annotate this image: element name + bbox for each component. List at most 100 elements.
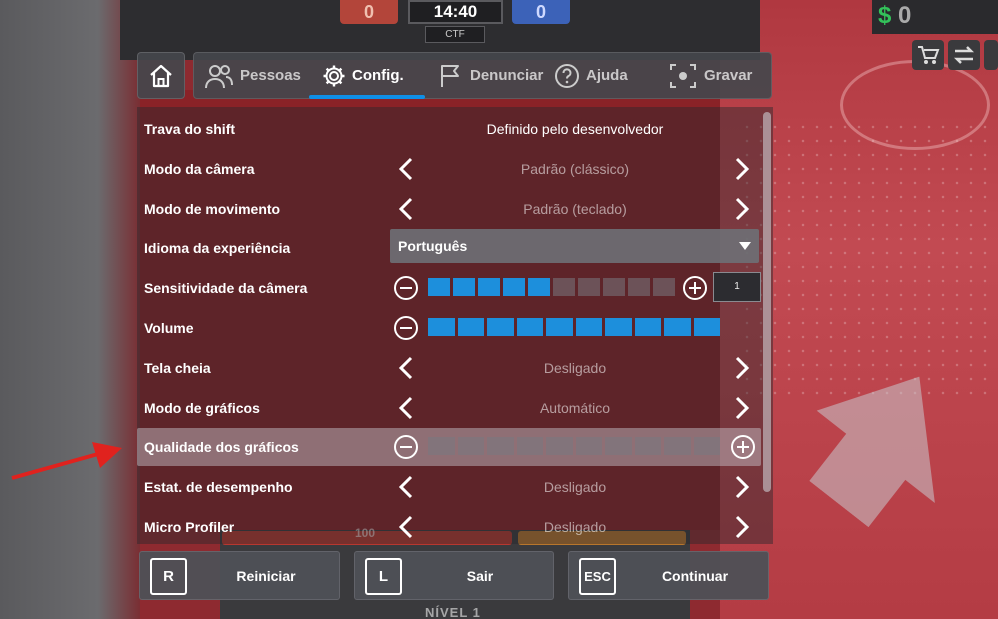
help-icon bbox=[555, 63, 579, 88]
home-button[interactable] bbox=[137, 52, 185, 99]
chevron-left-icon[interactable] bbox=[394, 395, 418, 421]
slider-segment bbox=[546, 318, 573, 336]
slider-segment bbox=[478, 278, 500, 296]
gear-icon bbox=[323, 65, 345, 86]
plus-circle-icon[interactable] bbox=[731, 435, 755, 459]
ring-decor bbox=[840, 60, 990, 150]
setting-label: Modo da câmera bbox=[144, 161, 255, 177]
minus-circle-icon[interactable] bbox=[394, 435, 418, 459]
slider-track[interactable] bbox=[428, 437, 720, 455]
setting-label: Qualidade dos gráficos bbox=[144, 439, 299, 455]
resume-button[interactable]: ESC Continuar bbox=[568, 551, 769, 600]
setting-row-graphics-quality: Qualidade dos gráficos bbox=[137, 428, 761, 466]
setting-row-camera-sensitivity: Sensitividade da câmera 1 bbox=[137, 269, 761, 307]
tab-help[interactable]: Ajuda bbox=[554, 53, 628, 98]
cash-icon: $ bbox=[878, 2, 892, 29]
trade-button[interactable] bbox=[948, 40, 980, 70]
slider-segment bbox=[634, 318, 661, 336]
setting-label: Micro Profiler bbox=[144, 519, 235, 535]
chevron-right-icon[interactable] bbox=[730, 514, 754, 540]
reset-key-hint: R bbox=[150, 558, 187, 595]
slider-segment bbox=[693, 318, 720, 336]
home-icon bbox=[150, 64, 172, 87]
chevron-left-icon[interactable] bbox=[394, 514, 418, 540]
chevron-left-icon[interactable] bbox=[394, 474, 418, 500]
flag-icon bbox=[441, 64, 459, 87]
slider-segment bbox=[428, 318, 455, 336]
sensitivity-input[interactable]: 1 bbox=[713, 272, 761, 302]
chevron-left-icon[interactable] bbox=[394, 355, 418, 381]
cart-icon bbox=[918, 46, 940, 64]
slider-segment bbox=[428, 437, 455, 455]
tab-label: Config. bbox=[352, 67, 404, 84]
minus-circle-icon[interactable] bbox=[394, 316, 418, 340]
setting-label: Estat. de desempenho bbox=[144, 479, 293, 495]
match-timer: 14:40 bbox=[408, 0, 503, 24]
settings-scrollbar[interactable] bbox=[763, 112, 771, 492]
slider-segment bbox=[528, 278, 550, 296]
setting-label: Trava do shift bbox=[144, 121, 236, 137]
slider-segment bbox=[603, 278, 625, 296]
setting-label: Tela cheia bbox=[144, 360, 211, 376]
settings-tab-bar: Pessoas Config. Denunciar Ajuda Gravar bbox=[193, 52, 772, 99]
chevron-right-icon[interactable] bbox=[730, 474, 754, 500]
setting-label: Idioma da experiência bbox=[144, 240, 291, 256]
chevron-left-icon[interactable] bbox=[394, 156, 418, 182]
slider-segment bbox=[516, 437, 543, 455]
slider-segment bbox=[575, 318, 602, 336]
chevron-right-icon[interactable] bbox=[730, 156, 754, 182]
cash-display: $ 0 bbox=[872, 0, 998, 34]
chevron-right-icon[interactable] bbox=[730, 196, 754, 222]
setting-label: Sensitividade da câmera bbox=[144, 280, 308, 296]
chevron-left-icon[interactable] bbox=[394, 196, 418, 222]
level-label: NÍVEL 1 bbox=[425, 605, 481, 619]
tab-people[interactable]: Pessoas bbox=[204, 53, 301, 98]
setting-row-experience-language: Idioma da experiência Português bbox=[137, 229, 761, 267]
plus-circle-icon[interactable] bbox=[683, 276, 707, 300]
sparkle-effect bbox=[740, 120, 990, 400]
reset-label: Reiniciar bbox=[236, 568, 296, 584]
slider-track[interactable] bbox=[428, 318, 720, 336]
setting-value: Padrão (teclado) bbox=[523, 201, 627, 217]
setting-value: Desligado bbox=[543, 360, 607, 376]
slider-segment bbox=[634, 437, 661, 455]
chevron-right-icon[interactable] bbox=[730, 355, 754, 381]
slider-segment bbox=[546, 437, 573, 455]
tab-label: Denunciar bbox=[470, 67, 544, 84]
setting-row-performance-stats: Estat. de desempenho Desligado bbox=[137, 468, 761, 506]
tab-config[interactable]: Config. bbox=[322, 53, 404, 98]
leave-key-hint: L bbox=[365, 558, 402, 595]
slider-segment bbox=[664, 318, 691, 336]
dropdown-value: Português bbox=[398, 238, 468, 254]
slider-segment bbox=[664, 437, 691, 455]
score-red: 0 bbox=[340, 0, 398, 24]
setting-value: Definido pelo desenvolvedor bbox=[486, 121, 664, 137]
setting-value: Padrão (clássico) bbox=[520, 161, 630, 177]
slider-segment bbox=[693, 437, 720, 455]
language-dropdown[interactable]: Português bbox=[390, 229, 759, 263]
resume-label: Continuar bbox=[661, 568, 729, 584]
setting-row-volume: Volume bbox=[137, 309, 761, 347]
slider-segment bbox=[428, 278, 450, 296]
tab-record[interactable]: Gravar bbox=[668, 53, 752, 98]
cash-value: 0 bbox=[898, 2, 912, 29]
setting-label: Modo de movimento bbox=[144, 201, 281, 217]
record-icon bbox=[670, 63, 696, 88]
slider-segment bbox=[628, 278, 650, 296]
slider-segment bbox=[516, 318, 543, 336]
slider-segment bbox=[578, 278, 600, 296]
setting-value: Automático bbox=[539, 400, 611, 416]
tab-label: Pessoas bbox=[240, 67, 301, 84]
slider-track[interactable] bbox=[428, 278, 675, 296]
minus-circle-icon[interactable] bbox=[394, 276, 418, 300]
setting-label: Modo de gráficos bbox=[144, 400, 260, 416]
tab-report[interactable]: Denunciar bbox=[438, 53, 543, 98]
wall-left bbox=[0, 0, 140, 619]
slider-segment bbox=[457, 318, 484, 336]
leave-button[interactable]: L Sair bbox=[354, 551, 554, 600]
shop-cart-button[interactable] bbox=[912, 40, 944, 70]
slider-segment bbox=[457, 437, 484, 455]
chevron-right-icon[interactable] bbox=[730, 395, 754, 421]
trash-button[interactable] bbox=[984, 40, 998, 70]
reset-button[interactable]: R Reiniciar bbox=[139, 551, 340, 600]
